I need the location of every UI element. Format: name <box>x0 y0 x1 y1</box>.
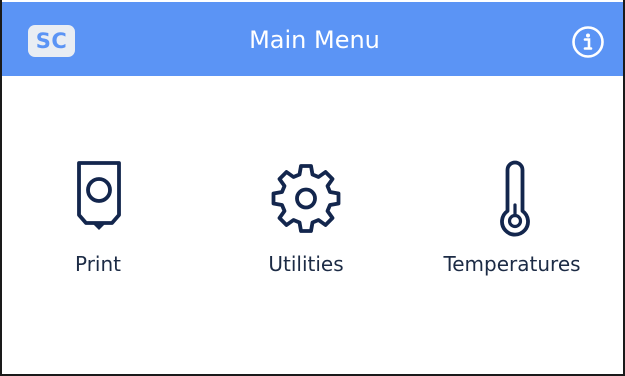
thermometer-icon <box>500 160 530 237</box>
logo-badge: SC <box>28 25 75 57</box>
menu-item-label: Temperatures <box>443 252 581 276</box>
menu-item-label: Print <box>74 252 121 276</box>
gear-icon <box>271 164 341 233</box>
header-bar: SC <box>2 2 623 76</box>
print-icon <box>77 161 121 230</box>
info-icon[interactable] <box>571 25 605 59</box>
menu-item-temperatures[interactable]: Temperatures <box>432 155 592 285</box>
main-menu-screen: SC Main Menu Print Utilities Temperature… <box>2 0 623 374</box>
menu-item-utilities[interactable]: Utilities <box>226 155 386 285</box>
menu-item-print[interactable]: Print <box>18 155 178 285</box>
menu-item-label: Utilities <box>268 252 344 276</box>
